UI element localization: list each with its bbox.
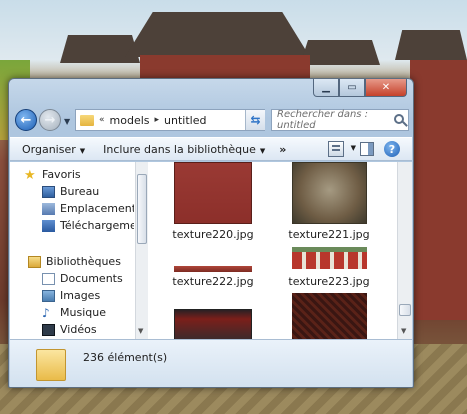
navigation-pane: ★ Favoris Bureau Emplacements ré Télécha…	[10, 162, 134, 339]
change-view-icon[interactable]	[328, 141, 344, 157]
downloads-icon	[42, 219, 55, 232]
more-commands-button[interactable]: »	[279, 143, 286, 156]
breadcrumb-models[interactable]: models	[110, 114, 150, 127]
sidebar-item-documents[interactable]: Documents	[42, 270, 123, 287]
refresh-button[interactable]: ⇆	[245, 110, 265, 130]
scroll-down-icon[interactable]: ▼	[138, 327, 143, 335]
desktop-icon	[42, 185, 55, 198]
organize-label: Organiser	[22, 142, 76, 156]
content-area: ★ Favoris Bureau Emplacements ré Télécha…	[10, 162, 412, 339]
view-options-dropdown-icon[interactable]: ▼	[351, 144, 356, 152]
chevron-down-icon: ▼	[79, 146, 86, 155]
scene-roof-far-right	[395, 30, 467, 60]
file-list-scrollbar[interactable]: ▼	[397, 162, 412, 339]
minimize-button[interactable]: ▁	[313, 79, 339, 97]
explorer-window: ▁ ▭ ✕ ← → ▼ « models ▸ untitled ⇆ Recher…	[8, 78, 414, 388]
breadcrumb-untitled[interactable]: untitled	[164, 114, 206, 127]
libraries-icon	[28, 255, 41, 268]
scene-roof-center	[125, 12, 310, 57]
file-thumbnail[interactable]	[174, 266, 252, 272]
breadcrumb-separator-icon[interactable]: ▸	[155, 115, 160, 125]
search-icon[interactable]	[394, 114, 404, 124]
music-icon: ♪	[42, 305, 50, 320]
recent-places-icon	[42, 202, 55, 215]
images-icon	[42, 289, 55, 302]
forward-arrow-icon: →	[44, 112, 56, 128]
back-button[interactable]: ←	[15, 109, 37, 131]
sidebar-item-images[interactable]: Images	[42, 287, 100, 304]
preview-pane-icon[interactable]	[360, 142, 374, 156]
chevron-down-icon: ▼	[259, 146, 266, 155]
include-library-menu[interactable]: Inclure dans la bibliothèque ▼	[103, 143, 265, 156]
file-name[interactable]: texture222.jpg	[168, 275, 258, 288]
file-name[interactable]: texture220.jpg	[168, 228, 258, 241]
scene-roof-left	[60, 35, 140, 63]
scroll-down-icon[interactable]: ▼	[401, 327, 406, 335]
close-button[interactable]: ✕	[365, 79, 407, 97]
sidebar-item-label: Musique	[60, 306, 106, 319]
sidebar-item-label: Bureau	[60, 185, 100, 198]
file-thumbnail[interactable]	[292, 247, 367, 269]
back-arrow-icon: ←	[20, 112, 32, 128]
details-pane: 236 élément(s)	[10, 339, 412, 387]
help-icon[interactable]: ?	[384, 141, 400, 157]
sidebar-item-label: Téléchargements	[60, 219, 134, 232]
file-name[interactable]: texture221.jpg	[284, 228, 374, 241]
videos-icon	[42, 323, 55, 336]
maximize-button[interactable]: ▭	[339, 79, 365, 97]
search-placeholder: Rechercher dans : untitled	[277, 109, 369, 131]
navigation-bar: ← → ▼ « models ▸ untitled ⇆ Rechercher d…	[9, 105, 413, 135]
file-thumbnail[interactable]	[292, 293, 367, 339]
sidebar-libraries[interactable]: Bibliothèques	[28, 253, 121, 270]
breadcrumb-overflow-icon[interactable]: «	[99, 115, 105, 125]
documents-icon	[42, 272, 55, 285]
history-dropdown-icon[interactable]: ▼	[64, 117, 70, 126]
file-list: texture220.jpg texture221.jpg texture222…	[149, 162, 397, 339]
sidebar-item-desktop[interactable]: Bureau	[42, 183, 99, 200]
sidebar-item-videos[interactable]: Vidéos	[42, 321, 97, 338]
scene-wall-right	[410, 60, 467, 320]
include-library-label: Inclure dans la bibliothèque	[103, 142, 256, 156]
folder-icon	[36, 349, 66, 381]
star-icon: ★	[24, 167, 36, 183]
file-name[interactable]: texture223.jpg	[284, 275, 374, 288]
sidebar-item-label: Emplacements ré	[60, 202, 134, 215]
sidebar-favorites[interactable]: ★ Favoris	[24, 166, 81, 183]
sidebar-item-label: Vidéos	[60, 323, 97, 336]
refresh-icon: ⇆	[250, 113, 261, 127]
file-thumbnail[interactable]	[174, 162, 252, 224]
sidebar-item-music[interactable]: ♪ Musique	[42, 304, 106, 321]
folder-icon	[80, 114, 94, 126]
sidebar-libraries-label: Bibliothèques	[46, 255, 121, 268]
scrollbar-thumb[interactable]	[399, 304, 411, 316]
navigation-pane-scrollbar[interactable]: ▼	[135, 162, 148, 339]
command-bar: Organiser ▼ Inclure dans la bibliothèque ▼…	[10, 137, 412, 161]
organize-menu[interactable]: Organiser ▼	[22, 143, 85, 156]
caption-buttons: ▁ ▭ ✕	[313, 79, 407, 97]
scene-roof-right	[300, 40, 380, 65]
file-thumbnail[interactable]	[292, 162, 367, 224]
sidebar-item-recent-places[interactable]: Emplacements ré	[42, 200, 134, 217]
sidebar-item-downloads[interactable]: Téléchargements	[42, 217, 134, 234]
sidebar-item-label: Documents	[60, 272, 123, 285]
scrollbar-thumb[interactable]	[137, 174, 147, 244]
search-input[interactable]: Rechercher dans : untitled	[271, 109, 409, 131]
sidebar-item-label: Images	[60, 289, 101, 302]
forward-button[interactable]: →	[39, 109, 61, 131]
item-count: 236 élément(s)	[83, 351, 168, 364]
file-thumbnail[interactable]	[174, 309, 252, 339]
address-bar[interactable]: « models ▸ untitled	[75, 109, 265, 131]
sidebar-favorites-label: Favoris	[42, 168, 81, 181]
